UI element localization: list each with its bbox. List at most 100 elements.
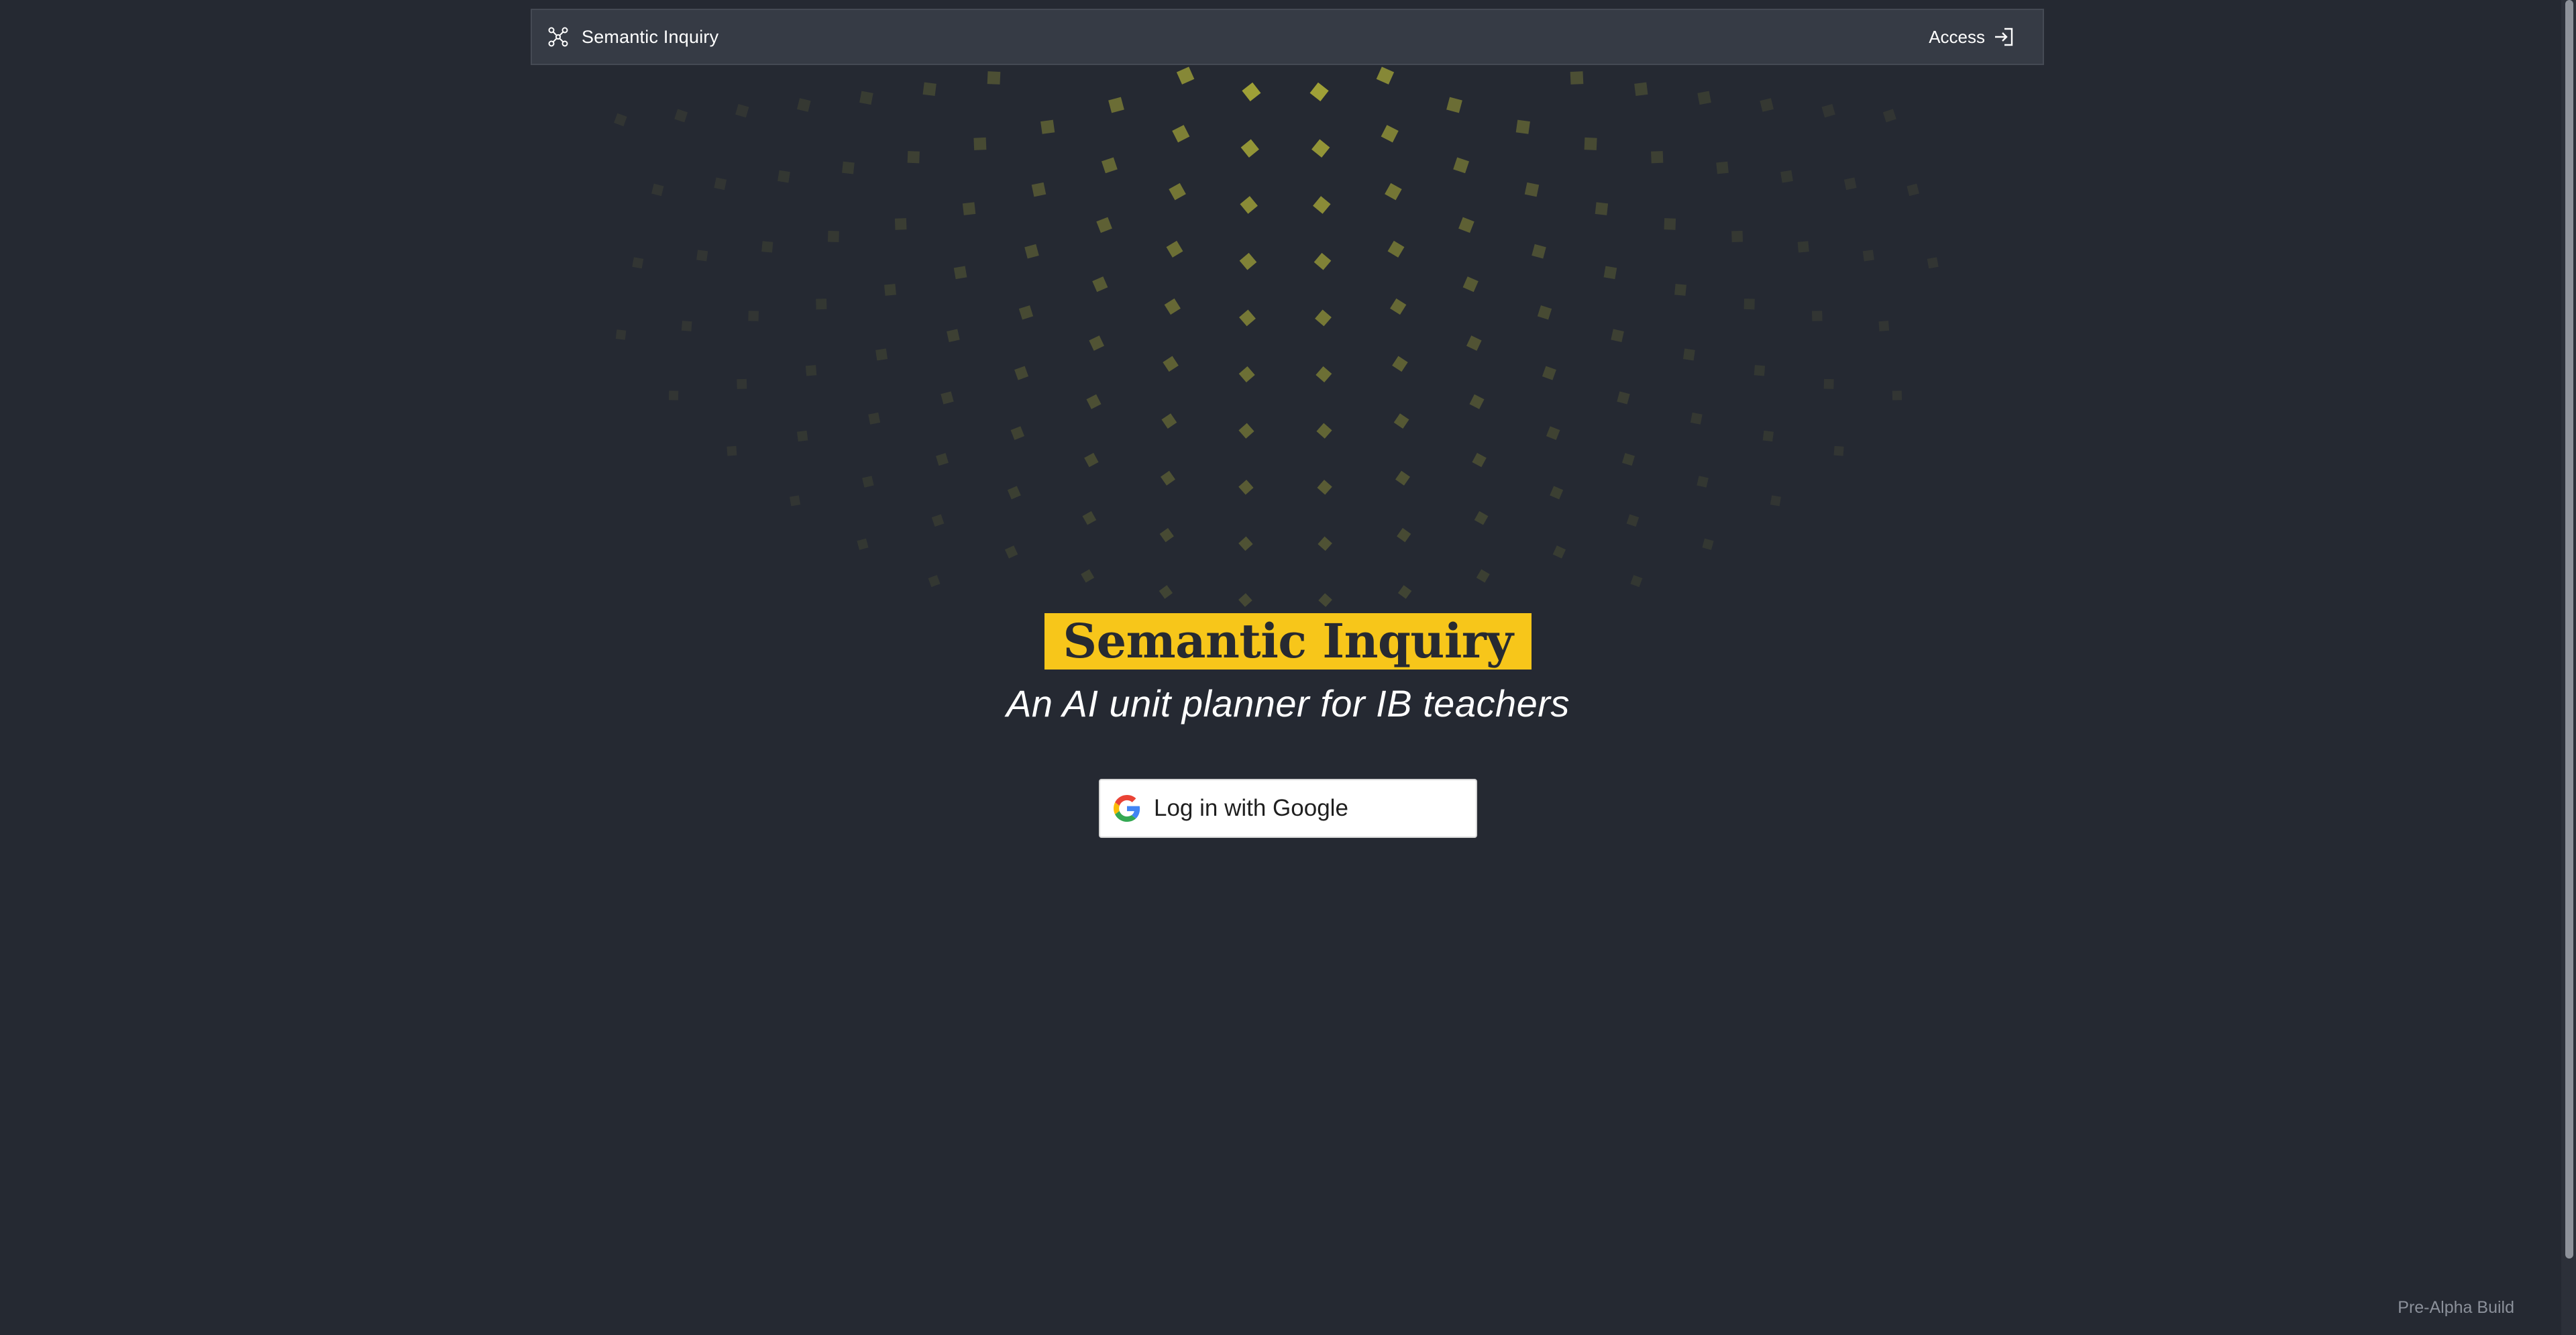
pattern-dot bbox=[1238, 366, 1255, 382]
pattern-dot bbox=[1716, 161, 1729, 174]
pattern-dot bbox=[696, 250, 708, 262]
pattern-dot bbox=[727, 445, 737, 456]
pattern-dot bbox=[735, 103, 749, 118]
pattern-dot bbox=[1584, 137, 1597, 150]
access-button[interactable]: Access bbox=[1929, 27, 2015, 48]
pattern-dot bbox=[651, 183, 664, 197]
pattern-dot bbox=[1843, 177, 1857, 191]
pattern-dot bbox=[668, 390, 679, 400]
pattern-dot bbox=[1397, 585, 1412, 599]
pattern-dot bbox=[1309, 82, 1329, 101]
pattern-dot bbox=[1102, 157, 1118, 174]
pattern-dot bbox=[827, 231, 839, 242]
pattern-dot bbox=[1318, 536, 1332, 551]
pattern-dot bbox=[681, 321, 692, 331]
pattern-dot bbox=[859, 91, 873, 105]
pattern-dot bbox=[973, 137, 987, 150]
pattern-dot bbox=[1393, 413, 1409, 429]
pattern-dot bbox=[1092, 276, 1108, 292]
pattern-dot bbox=[1469, 394, 1485, 409]
pattern-dot bbox=[868, 412, 881, 425]
pattern-dot bbox=[842, 161, 855, 174]
page: Semantic Inquiry Access Semantic Inquiry… bbox=[0, 0, 2576, 1335]
pattern-dot bbox=[875, 348, 888, 361]
sign-in-icon bbox=[1993, 27, 2015, 47]
pattern-dot bbox=[1542, 366, 1556, 380]
pattern-dot bbox=[1821, 103, 1835, 118]
pattern-dot bbox=[1024, 244, 1039, 259]
pattern-dot bbox=[1316, 423, 1332, 439]
pattern-dot bbox=[1315, 309, 1332, 327]
pattern-dot bbox=[1622, 453, 1635, 466]
pattern-dot bbox=[1317, 480, 1332, 495]
pattern-dot bbox=[737, 378, 747, 389]
pattern-dot bbox=[1453, 157, 1469, 174]
google-login-button[interactable]: Log in with Google bbox=[1099, 779, 1477, 838]
pattern-dot bbox=[1381, 125, 1399, 143]
pattern-dot bbox=[1892, 390, 1902, 400]
pattern-dot bbox=[1664, 218, 1676, 230]
pattern-dot bbox=[1546, 426, 1560, 440]
pattern-dot bbox=[1014, 366, 1029, 380]
pattern-dot bbox=[1754, 365, 1766, 376]
google-g-icon bbox=[1114, 795, 1140, 822]
pattern-dot bbox=[1762, 430, 1774, 442]
pattern-dot bbox=[1159, 585, 1173, 599]
pattern-dot bbox=[1316, 366, 1332, 382]
pattern-dot bbox=[1081, 569, 1095, 583]
pattern-dot bbox=[1532, 244, 1546, 259]
pattern-dot bbox=[1160, 470, 1176, 486]
pattern-dot bbox=[1395, 470, 1411, 486]
pattern-dot bbox=[928, 575, 941, 588]
pattern-dot bbox=[816, 299, 827, 310]
pattern-dot bbox=[1242, 82, 1261, 101]
pattern-dot bbox=[936, 453, 949, 466]
pattern-dot bbox=[857, 538, 869, 550]
pattern-dot bbox=[748, 311, 759, 321]
pattern-dot bbox=[1040, 119, 1055, 134]
pattern-dot bbox=[1878, 321, 1890, 331]
pattern-dot bbox=[1018, 305, 1034, 320]
pattern-dot bbox=[1390, 298, 1407, 315]
pattern-dot bbox=[1166, 240, 1183, 258]
pattern-dot bbox=[714, 177, 727, 191]
pattern-dot bbox=[1096, 217, 1112, 233]
pattern-dot bbox=[1086, 394, 1102, 409]
pattern-dot bbox=[1108, 97, 1124, 113]
pattern-dot bbox=[805, 365, 817, 376]
pattern-dot bbox=[1311, 139, 1330, 158]
pattern-dot bbox=[1007, 486, 1021, 500]
pattern-dot bbox=[1031, 182, 1046, 197]
pattern-dot bbox=[761, 241, 773, 253]
pattern-dot bbox=[1474, 511, 1489, 525]
hero-title: Semantic Inquiry bbox=[1044, 613, 1532, 670]
pattern-dot bbox=[1238, 423, 1254, 439]
pattern-dot bbox=[1238, 536, 1253, 551]
build-label: Pre-Alpha Build bbox=[2398, 1298, 2514, 1317]
pattern-dot bbox=[862, 476, 874, 488]
pattern-dot bbox=[1010, 426, 1025, 440]
pattern-dot bbox=[894, 218, 907, 230]
pattern-dot bbox=[1476, 569, 1490, 583]
pattern-dot bbox=[1159, 527, 1174, 543]
pattern-dot bbox=[1472, 452, 1487, 468]
pattern-dot bbox=[1682, 348, 1695, 361]
pattern-dot bbox=[1313, 252, 1332, 270]
pattern-dot bbox=[1385, 182, 1402, 201]
pattern-dot bbox=[1823, 378, 1834, 389]
brand-link[interactable]: Semantic Inquiry bbox=[548, 27, 718, 48]
vertical-scrollbar[interactable] bbox=[2561, 0, 2576, 1335]
pattern-dot bbox=[1239, 309, 1256, 327]
pattern-dot bbox=[1603, 266, 1617, 280]
pattern-dot bbox=[1238, 480, 1254, 495]
pattern-dot bbox=[922, 82, 936, 96]
pattern-dot bbox=[1882, 109, 1896, 123]
pattern-dot bbox=[777, 170, 790, 183]
pattern-dot bbox=[1634, 82, 1648, 96]
pattern-dot bbox=[1811, 311, 1823, 321]
pattern-dot bbox=[1907, 183, 1919, 197]
pattern-dot bbox=[1797, 241, 1809, 253]
pattern-dot bbox=[1089, 335, 1105, 351]
pattern-dot bbox=[790, 495, 801, 506]
scrollbar-thumb[interactable] bbox=[2565, 0, 2573, 1259]
